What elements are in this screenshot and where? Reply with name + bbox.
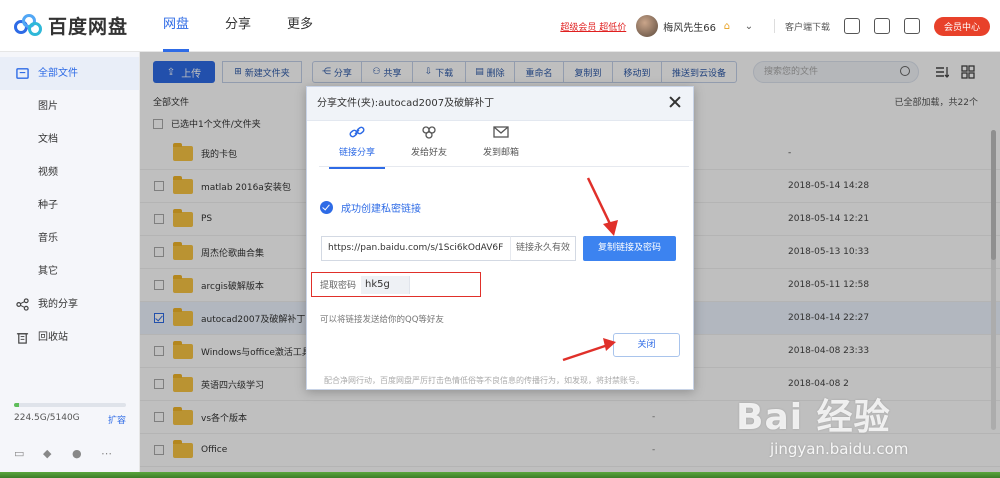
nav-more[interactable]: 更多 (287, 0, 349, 52)
pc-icon[interactable]: ▭ (14, 447, 27, 460)
tab-send-friend[interactable]: 发给好友 (399, 125, 459, 158)
mail-icon[interactable] (843, 18, 860, 34)
sidebar-item-label: 全部文件 (38, 68, 78, 79)
link-validity: 链接永久有效 (510, 236, 576, 261)
tab-label: 发到邮箱 (482, 148, 519, 158)
sidebar-item-music[interactable]: 音乐 (0, 222, 139, 255)
tab-send-email[interactable]: 发到邮箱 (471, 125, 531, 158)
username[interactable]: 梅风先生66 (663, 19, 716, 34)
sidebar-item-videos[interactable]: 视频 (0, 156, 139, 189)
close-icon[interactable] (669, 96, 681, 108)
main-nav: 网盘 分享 更多 (163, 0, 349, 52)
storage-meter: 224.5G/5140G 扩容 (14, 403, 126, 426)
expand-storage-link[interactable]: 扩容 (108, 413, 126, 426)
logo-text: 百度网盘 (48, 16, 129, 38)
success-text: 成功创建私密链接 (341, 204, 421, 215)
tab-label: 链接分享 (338, 148, 375, 158)
storage-fill (14, 403, 19, 407)
sidebar-item-images[interactable]: 图片 (0, 90, 139, 123)
top-header: 百度网盘 网盘 分享 更多 超级会员 超低价 梅风先生66 ⌂ ⌄ 客户端下载 … (0, 0, 1000, 52)
taskbar (0, 472, 1000, 478)
tab-label: 发给好友 (410, 148, 447, 158)
folder-icon (16, 68, 29, 79)
sidebar-item-my-shares[interactable]: 我的分享 (0, 288, 139, 321)
tab-link-share[interactable]: 链接分享 (327, 125, 387, 169)
home-icon: ⌂ (723, 20, 731, 32)
password-divider (409, 276, 475, 294)
header-right: 超级会员 超低价 梅风先生66 ⌂ ⌄ 客户端下载 会员中心 (560, 0, 1000, 52)
watermark-brand: Bai 经验 (736, 397, 891, 438)
more-icon[interactable]: ⋯ (101, 447, 114, 460)
policy-notice: 配合净网行动，百度网盘严厉打击色情低俗等不良信息的传播行为，如发现，将封禁账号。 (324, 376, 644, 385)
device-links: ▭ ◆ ● ⋯ (14, 447, 114, 460)
logo[interactable]: 百度网盘 (14, 12, 128, 39)
sidebar-item-docs[interactable]: 文档 (0, 123, 139, 156)
friends-icon (422, 126, 436, 139)
check-circle-icon (320, 201, 333, 214)
success-message: 成功创建私密链接 (320, 200, 421, 215)
sidebar-item-label: 回收站 (38, 332, 68, 343)
sidebar-item-all-files[interactable]: 全部文件 (0, 57, 139, 90)
shirt-icon[interactable] (903, 18, 920, 34)
storage-text: 224.5G/5140G (14, 413, 80, 423)
apple-icon[interactable]: ● (72, 447, 85, 460)
android-icon[interactable]: ◆ (43, 447, 56, 460)
password-field[interactable]: hk5g (361, 276, 409, 294)
share-icon (16, 298, 29, 311)
nav-share[interactable]: 分享 (225, 0, 287, 52)
baidu-jingyan-watermark: Bai 经验 jingyan.baidu.com (730, 378, 960, 468)
chevron-down-icon[interactable]: ⌄ (742, 19, 756, 33)
sidebar-item-label: 我的分享 (38, 299, 78, 310)
clipboard-icon[interactable] (873, 18, 890, 34)
mail-icon (493, 126, 509, 138)
sidebar-item-recycle-bin[interactable]: 回收站 (0, 321, 139, 354)
sidebar-item-others[interactable]: 其它 (0, 255, 139, 288)
cloud-logo-icon (14, 13, 44, 38)
avatar[interactable] (636, 15, 659, 37)
sidebar: 全部文件 图片 文档 视频 种子 音乐 其它 我的分享 回收站 224.5G/5… (0, 52, 140, 478)
link-icon (349, 126, 365, 138)
dialog-title: 分享文件(夹):autocad2007及破解补丁 (317, 98, 495, 109)
vip-center-button[interactable]: 会员中心 (933, 16, 990, 36)
sidebar-item-torrents[interactable]: 种子 (0, 189, 139, 222)
storage-bar (14, 403, 126, 407)
vip-promo-link[interactable]: 超级会员 超低价 (560, 20, 626, 33)
dialog-header: 分享文件(夹):autocad2007及破解补丁 (307, 87, 693, 121)
close-button[interactable]: 关闭 (613, 333, 680, 357)
share-hint: 可以将链接发送给你的QQ等好友 (320, 315, 444, 325)
client-download-link[interactable]: 客户端下载 (785, 20, 830, 33)
divider (773, 19, 775, 33)
share-dialog: 分享文件(夹):autocad2007及破解补丁 链接分享 发给好友 发到邮箱 … (306, 86, 694, 390)
dialog-tabs: 链接分享 发给好友 发到邮箱 (319, 121, 689, 169)
nav-netdisk[interactable]: 网盘 (163, 0, 225, 52)
password-label: 提取密码 (320, 281, 357, 291)
watermark-url: jingyan.baidu.com (770, 440, 909, 458)
copy-link-and-password-button[interactable]: 复制链接及密码 (583, 236, 676, 261)
trash-icon (16, 333, 29, 344)
